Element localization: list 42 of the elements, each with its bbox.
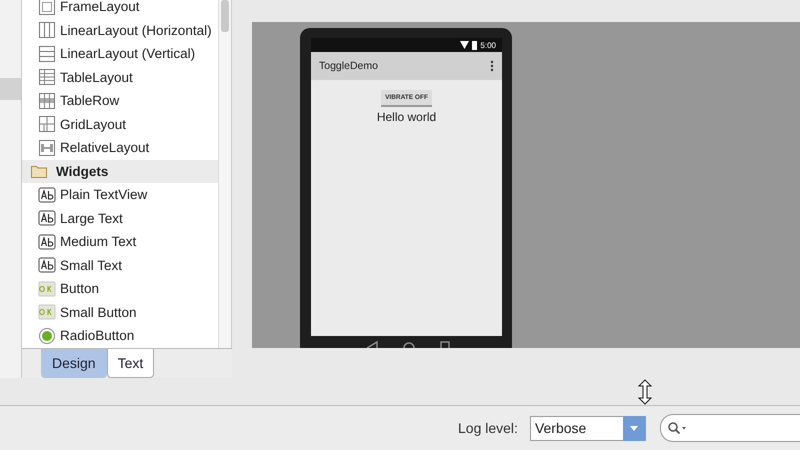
palette-item[interactable]: Medium Text [22,230,218,254]
rows-icon [38,44,56,63]
hello-text: Hello world [376,110,436,124]
palette-category[interactable]: Widgets [22,160,218,183]
resize-cursor-icon [638,378,652,404]
palette-item[interactable]: LinearLayout (Horizontal) [22,18,218,42]
battery-icon [472,40,478,50]
ok-button-icon [38,280,56,298]
table-icon [38,68,56,86]
text-icon [38,186,56,204]
status-time: 5:00 [480,40,496,50]
search-icon [666,421,687,435]
app-title: ToggleDemo [319,60,378,72]
palette-item[interactable]: GridLayout [22,112,218,136]
palette-item[interactable]: Small Text [22,254,218,277]
radio-icon [38,326,56,345]
text-icon [38,209,56,228]
ok-button-icon [38,303,56,322]
palette-item[interactable]: TableLayout [22,66,218,89]
columns-icon [38,21,56,40]
palette-item[interactable]: FrameLayout [22,0,218,18]
search-field[interactable] [660,414,800,442]
wifi-icon [460,41,470,49]
editor-tab[interactable]: Text [106,349,154,378]
grid-icon [38,115,56,134]
log-level-dropdown[interactable]: Verbose [530,416,646,440]
palette-item[interactable]: Small Button [22,300,218,324]
overflow-menu-icon[interactable] [490,60,494,72]
log-level-label: Log level: [458,420,518,436]
palette-item[interactable]: Button [22,277,218,300]
palette-item[interactable]: Large Text [22,206,218,230]
palette-item[interactable]: Plain TextView [22,183,218,206]
palette-item[interactable]: TableRow [22,89,218,112]
scrollbar[interactable] [218,0,232,348]
palette-item[interactable]: RelativeLayout [22,136,218,160]
editor-tab[interactable]: Design [41,349,107,378]
palette-item[interactable]: LinearLayout (Vertical) [22,42,218,66]
table-row-icon [38,92,56,110]
text-icon [38,232,56,251]
text-icon [38,256,56,274]
palette-item[interactable]: RadioButton [22,324,218,348]
relative-layout-icon [38,138,56,157]
